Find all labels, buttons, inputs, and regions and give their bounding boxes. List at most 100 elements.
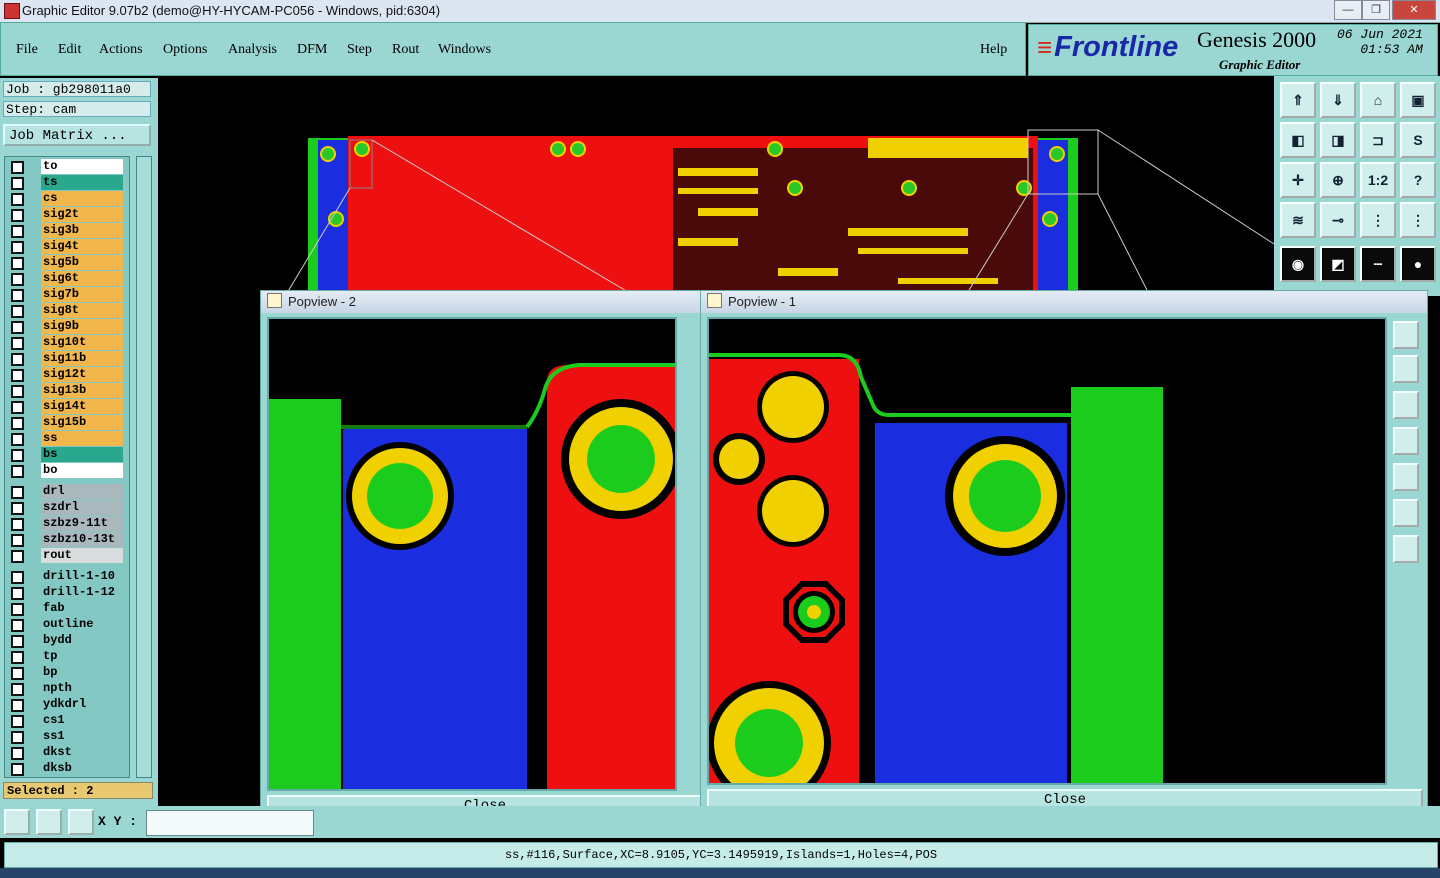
layer-name[interactable]: fab	[41, 601, 123, 616]
menu-options[interactable]: Options	[163, 42, 207, 58]
layer-name[interactable]: szbz10-13t	[41, 532, 123, 547]
layer-name[interactable]: sig11b	[41, 351, 123, 366]
layer-row-bo[interactable]: bo	[5, 463, 127, 478]
layer-row-rout[interactable]: rout	[5, 548, 127, 563]
pan-right-icon[interactable]: ◨	[1320, 122, 1356, 158]
draw-color-icon[interactable]: ◩	[1320, 246, 1356, 282]
layer-checkbox[interactable]	[11, 731, 24, 744]
layer-row-outline[interactable]: outline	[5, 617, 127, 632]
layer-row-sig10t[interactable]: sig10t	[5, 335, 127, 350]
layer-row-sig3b[interactable]: sig3b	[5, 223, 127, 238]
layer-name[interactable]: ts	[41, 175, 123, 190]
pad-icon[interactable]: ●	[1400, 246, 1436, 282]
layer-checkbox[interactable]	[11, 337, 24, 350]
popview-2-canvas[interactable]	[267, 317, 677, 791]
layer-name[interactable]: sig15b	[41, 415, 123, 430]
layer-name[interactable]: tp	[41, 649, 123, 664]
ratio-button[interactable]: 1:2	[1360, 162, 1396, 198]
layer-row-fab[interactable]: fab	[5, 601, 127, 616]
maximize-button[interactable]: ❐	[1362, 0, 1390, 20]
layer-checkbox[interactable]	[11, 193, 24, 206]
layer-name[interactable]: sig5b	[41, 255, 123, 270]
layer-checkbox[interactable]	[11, 417, 24, 430]
layer-checkbox[interactable]	[11, 715, 24, 728]
layer-name[interactable]: bp	[41, 665, 123, 680]
layer-name[interactable]: bo	[41, 463, 123, 478]
layer-name[interactable]: drill-1-10	[41, 569, 123, 584]
layer-row-bydd[interactable]: bydd	[5, 633, 127, 648]
layer-name[interactable]: rout	[41, 548, 123, 563]
layer-name[interactable]: ss1	[41, 729, 123, 744]
popview-pan-right-icon[interactable]	[1393, 463, 1419, 491]
layer-name[interactable]: sig14t	[41, 399, 123, 414]
popview-zoom-icon[interactable]	[1393, 321, 1419, 349]
ruler-icon[interactable]: ┄	[1360, 246, 1396, 282]
net-icon[interactable]: ⋮	[1360, 202, 1396, 238]
layer-checkbox[interactable]	[11, 534, 24, 547]
close-window-button[interactable]: ✕	[1392, 0, 1436, 20]
snap-icon[interactable]: ◉	[1280, 246, 1316, 282]
layer-row-sig7b[interactable]: sig7b	[5, 287, 127, 302]
layer-name[interactable]: ss	[41, 431, 123, 446]
layer-row-sig5b[interactable]: sig5b	[5, 255, 127, 270]
layer-checkbox[interactable]	[11, 241, 24, 254]
layer-row-ss1[interactable]: ss1	[5, 729, 127, 744]
job-matrix-button[interactable]: Job Matrix ...	[3, 124, 151, 146]
layer-checkbox[interactable]	[11, 305, 24, 318]
layer-checkbox[interactable]	[11, 518, 24, 531]
minimize-button[interactable]: —	[1334, 0, 1362, 20]
layer-checkbox[interactable]	[11, 571, 24, 584]
layer-name[interactable]: sig12t	[41, 367, 123, 382]
layer-checkbox[interactable]	[11, 209, 24, 222]
menu-analysis[interactable]: Analysis	[228, 42, 277, 58]
layer-checkbox[interactable]	[11, 699, 24, 712]
home-icon[interactable]: ⌂	[1360, 82, 1396, 118]
layer-name[interactable]: szdrl	[41, 500, 123, 515]
layer-name[interactable]: cs1	[41, 713, 123, 728]
menu-edit[interactable]: Edit	[58, 42, 81, 58]
open-step-icon[interactable]: ⇑	[1280, 82, 1316, 118]
layer-row-drl[interactable]: drl	[5, 484, 127, 499]
layer-checkbox[interactable]	[11, 273, 24, 286]
layer-row-ts[interactable]: ts	[5, 175, 127, 190]
layer-checkbox[interactable]	[11, 449, 24, 462]
layer-row-ss[interactable]: ss	[5, 431, 127, 446]
layer-name[interactable]: sig13b	[41, 383, 123, 398]
layer-checkbox[interactable]	[11, 225, 24, 238]
layer-checkbox[interactable]	[11, 161, 24, 174]
layer-row-sig13b[interactable]: sig13b	[5, 383, 127, 398]
layer-row-npth[interactable]: npth	[5, 681, 127, 696]
net-highlight-icon[interactable]: ⋮	[1400, 202, 1436, 238]
layer-checkbox[interactable]	[11, 289, 24, 302]
layer-name[interactable]: sig10t	[41, 335, 123, 350]
zoom-home-icon[interactable]: ⊕	[1320, 162, 1356, 198]
mirror-icon[interactable]: ⊐	[1360, 122, 1396, 158]
layer-checkbox[interactable]	[11, 177, 24, 190]
popview-fit-icon[interactable]	[1393, 499, 1419, 527]
layer-row-szbz9-11t[interactable]: szbz9-11t	[5, 516, 127, 531]
layer-checkbox[interactable]	[11, 651, 24, 664]
layer-checkbox[interactable]	[11, 683, 24, 696]
layer-name[interactable]: dksb	[41, 761, 123, 776]
layer-name[interactable]: sig9b	[41, 319, 123, 334]
layer-row-tp[interactable]: tp	[5, 649, 127, 664]
popview-pan-up-icon[interactable]	[1393, 355, 1419, 383]
save-icon[interactable]: ⇓	[1320, 82, 1356, 118]
grid-icon[interactable]	[68, 809, 94, 835]
layer-list-scrollbar[interactable]	[136, 156, 152, 778]
layer-name[interactable]: cs	[41, 191, 123, 206]
menu-windows[interactable]: Windows	[438, 42, 491, 58]
layer-name[interactable]: szbz9-11t	[41, 516, 123, 531]
menu-rout[interactable]: Rout	[392, 42, 419, 58]
snake-icon[interactable]: S	[1400, 122, 1436, 158]
popview-pan-left-icon[interactable]	[1393, 427, 1419, 455]
menu-dfm[interactable]: DFM	[297, 42, 327, 58]
layer-name[interactable]: sig8t	[41, 303, 123, 318]
layer-checkbox[interactable]	[11, 385, 24, 398]
help-button[interactable]: ?	[1400, 162, 1436, 198]
layer-row-drill-1-12[interactable]: drill-1-12	[5, 585, 127, 600]
layer-checkbox[interactable]	[11, 747, 24, 760]
layer-checkbox[interactable]	[11, 433, 24, 446]
layer-row-sig2t[interactable]: sig2t	[5, 207, 127, 222]
layer-row-sig11b[interactable]: sig11b	[5, 351, 127, 366]
